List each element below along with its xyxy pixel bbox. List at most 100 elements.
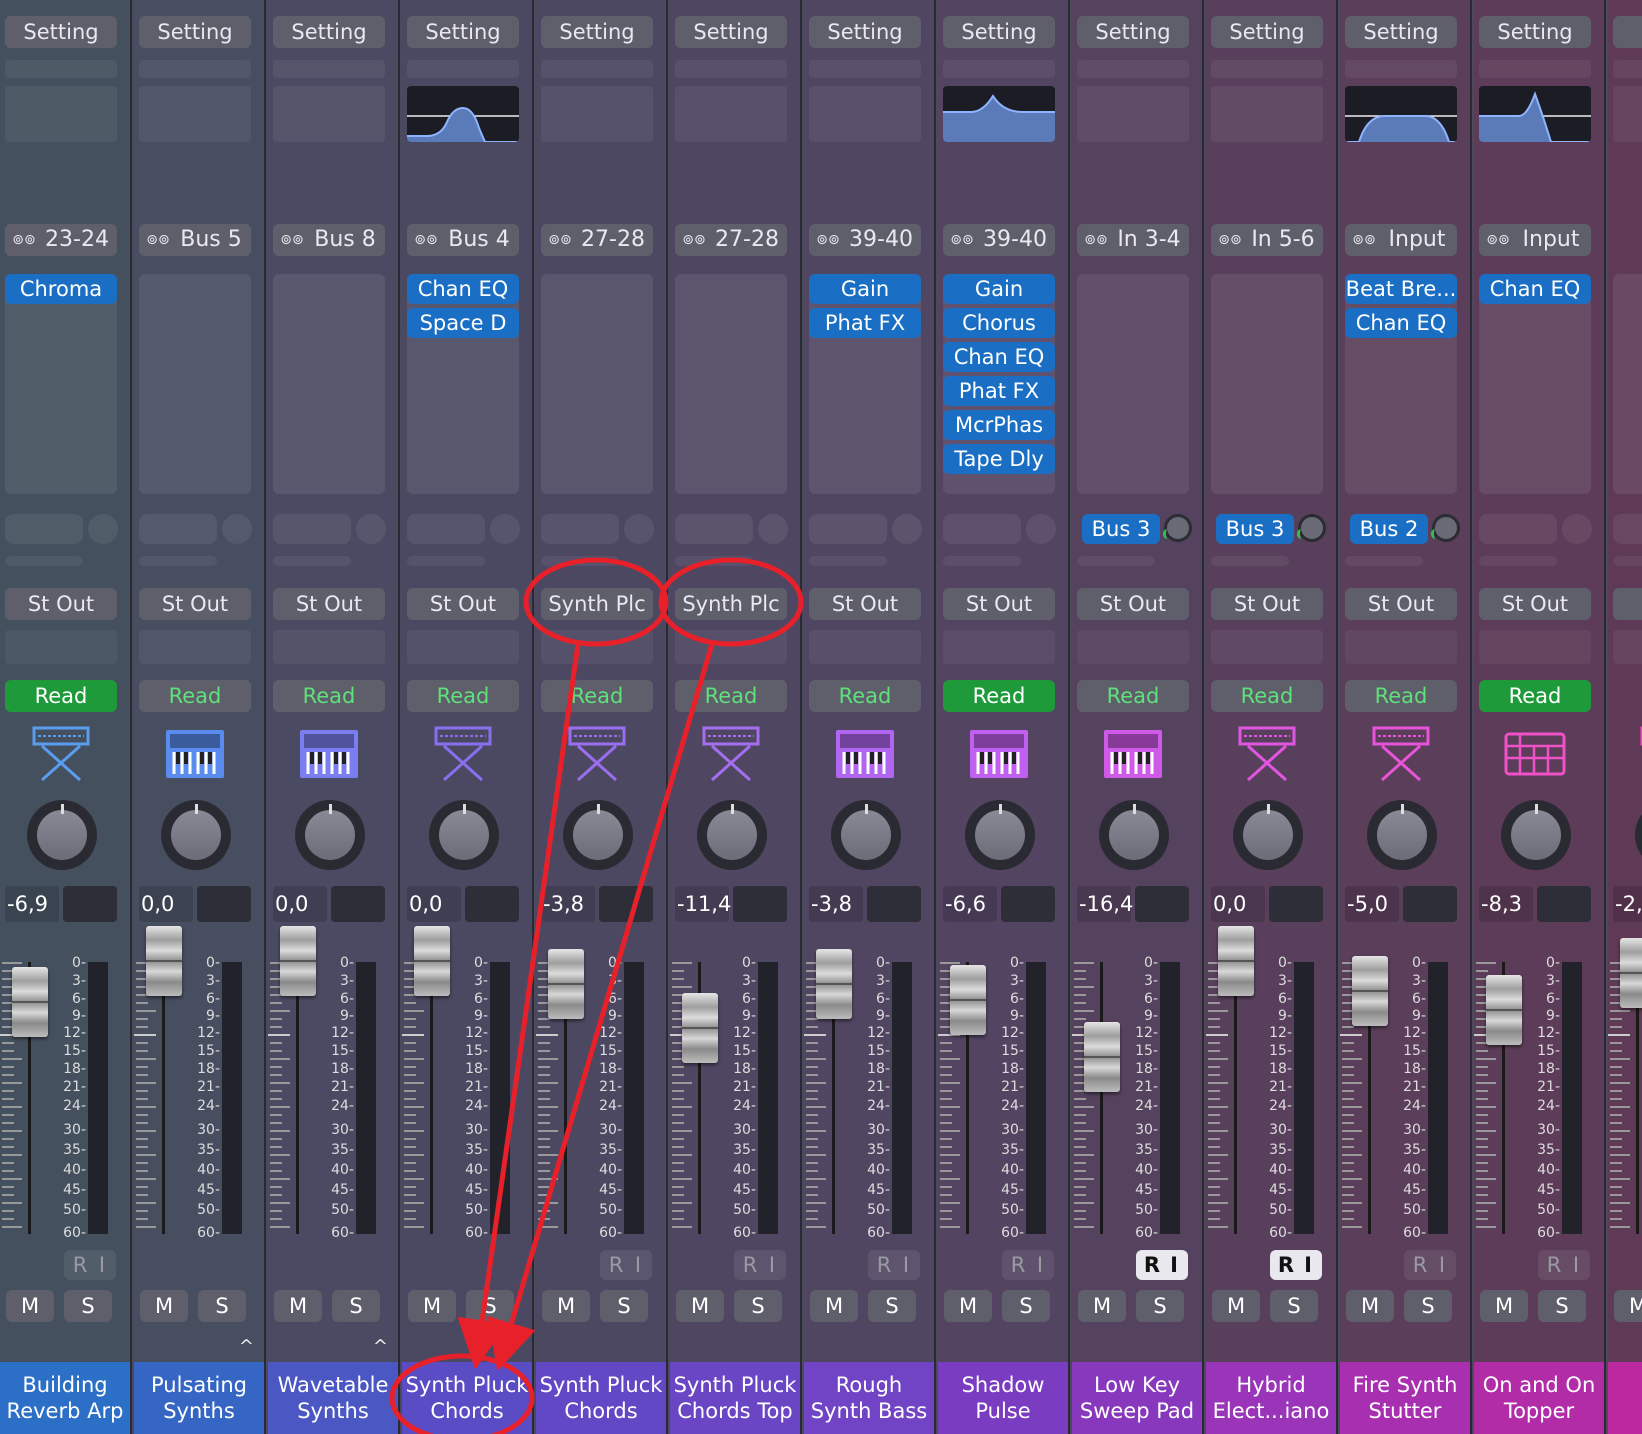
track-name[interactable]: Pulsating Synths	[134, 1362, 264, 1434]
volume-fader[interactable]	[280, 926, 316, 996]
audio-effects-area[interactable]: Gain Phat FX	[809, 274, 921, 494]
pan-knob[interactable]	[965, 800, 1035, 870]
solo-button[interactable]: S	[64, 1290, 112, 1322]
volume-fader[interactable]	[548, 948, 584, 1019]
audio-effects-area[interactable]	[1211, 274, 1323, 494]
input-monitor-button[interactable]: I	[1166, 1250, 1182, 1280]
mute-button[interactable]: M	[140, 1290, 188, 1322]
output-slot[interactable]: St Out	[139, 588, 251, 620]
output-slot[interactable]: St Out	[1077, 588, 1189, 620]
setting-button[interactable]: Setting	[1211, 16, 1323, 48]
solo-button[interactable]: S	[868, 1290, 916, 1322]
plugin-slot[interactable]: Space D	[407, 308, 519, 338]
record-input-buttons[interactable]: RI	[1136, 1250, 1188, 1280]
audio-effects-area[interactable]	[541, 274, 653, 494]
volume-fader[interactable]	[1218, 926, 1254, 996]
send-slot-empty[interactable]	[943, 514, 1021, 544]
record-enable-button[interactable]: R	[606, 1250, 626, 1280]
group-slot[interactable]	[675, 630, 787, 664]
setting-button[interactable]: Setting	[1077, 16, 1189, 48]
track-name[interactable]: Low Key Sweep Pad	[1072, 1362, 1202, 1434]
pan-knob[interactable]	[429, 800, 499, 870]
track-name[interactable]: OnTop	[1608, 1362, 1642, 1434]
setting-button[interactable]: Setting	[809, 16, 921, 48]
audio-effects-area[interactable]	[273, 274, 385, 494]
volume-fader[interactable]	[12, 967, 48, 1038]
eq-thumbnail[interactable]	[1613, 86, 1642, 142]
send-level-knob[interactable]	[1297, 514, 1326, 542]
volume-fader[interactable]	[682, 992, 718, 1063]
plugin-slot[interactable]: Chan EQ	[1345, 308, 1457, 338]
volume-fader[interactable]	[414, 926, 450, 996]
plugin-slot[interactable]: Beat Bre...	[1345, 274, 1457, 304]
setting-button[interactable]: Setting	[943, 16, 1055, 48]
track-name[interactable]: Building Reverb Arp	[0, 1362, 130, 1434]
eq-thumbnail[interactable]	[943, 86, 1055, 142]
solo-button[interactable]: S	[198, 1290, 246, 1322]
input-slot[interactable]: ⊚⊚ 39-40	[943, 224, 1055, 256]
plugin-slot[interactable]: Gain	[809, 274, 921, 304]
record-enable-button[interactable]: R	[1142, 1250, 1162, 1280]
audio-effects-area[interactable]: Chroma	[5, 274, 117, 494]
input-slot[interactable]: ⊚⊚ Bus 4	[407, 224, 519, 256]
volume-readout[interactable]: -16,4	[1077, 886, 1133, 922]
volume-readout[interactable]: -5,0	[1345, 886, 1399, 922]
folder-expand-icon[interactable]: ^	[134, 1336, 264, 1357]
input-monitor-button[interactable]: I	[630, 1250, 646, 1280]
mute-button[interactable]: M	[274, 1290, 322, 1322]
input-slot[interactable]: ⊚⊚ In 5-6	[1211, 224, 1323, 256]
audio-effects-area[interactable]	[139, 274, 251, 494]
setting-button[interactable]: Setting	[541, 16, 653, 48]
mute-button[interactable]: M	[1078, 1290, 1126, 1322]
plugin-slot[interactable]: Phat FX	[809, 308, 921, 338]
solo-button[interactable]: S	[600, 1290, 648, 1322]
eq-thumbnail[interactable]	[1345, 86, 1457, 142]
pan-knob[interactable]	[1099, 800, 1169, 870]
audio-effects-area[interactable]	[1613, 274, 1642, 494]
send-slot-empty[interactable]	[675, 514, 753, 544]
plugin-slot[interactable]: Gain	[943, 274, 1055, 304]
input-slot[interactable]: ⊚⊚ Input	[1479, 224, 1591, 256]
mute-button[interactable]: M	[1212, 1290, 1260, 1322]
automation-mode[interactable]: Read	[809, 680, 921, 712]
pan-knob[interactable]	[161, 800, 231, 870]
automation-mode[interactable]: Read	[407, 680, 519, 712]
automation-mode[interactable]: Read	[1345, 680, 1457, 712]
solo-button[interactable]: S	[734, 1290, 782, 1322]
output-slot[interactable]: St Out	[5, 588, 117, 620]
pan-knob[interactable]	[295, 800, 365, 870]
record-enable-button[interactable]: R	[1544, 1250, 1564, 1280]
automation-mode[interactable]: Read	[675, 680, 787, 712]
record-input-buttons[interactable]: RI	[1270, 1250, 1322, 1280]
group-slot[interactable]	[1077, 630, 1189, 664]
solo-button[interactable]: S	[1538, 1290, 1586, 1322]
audio-effects-area[interactable]	[675, 274, 787, 494]
output-slot[interactable]: St Out	[273, 588, 385, 620]
send-slot-empty[interactable]	[809, 514, 887, 544]
volume-readout[interactable]: -3,8	[541, 886, 595, 922]
eq-thumbnail[interactable]	[139, 86, 251, 142]
plugin-slot[interactable]: Phat FX	[943, 376, 1055, 406]
mute-button[interactable]: M	[6, 1290, 54, 1322]
solo-button[interactable]: S	[1136, 1290, 1184, 1322]
volume-readout[interactable]: -3,8	[809, 886, 863, 922]
output-slot[interactable]: Synth Plc	[675, 588, 787, 620]
pan-knob[interactable]	[1367, 800, 1437, 870]
audio-effects-area[interactable]	[1077, 274, 1189, 494]
pan-knob[interactable]	[27, 800, 97, 870]
volume-fader[interactable]	[146, 926, 182, 996]
eq-thumbnail[interactable]	[1211, 86, 1323, 142]
volume-readout[interactable]: -2,	[1613, 886, 1642, 922]
input-slot[interactable]: ⊚⊚ Bus 8	[273, 224, 385, 256]
send-slot-empty[interactable]	[273, 514, 351, 544]
mute-button[interactable]: M	[1614, 1290, 1642, 1322]
input-slot[interactable]: ⊚⊚ Input	[1345, 224, 1457, 256]
input-monitor-button[interactable]: I	[1434, 1250, 1450, 1280]
audio-effects-area[interactable]: Beat Bre... Chan EQ	[1345, 274, 1457, 494]
send-slot-empty[interactable]	[1479, 514, 1557, 544]
automation-mode[interactable]: Read	[139, 680, 251, 712]
input-slot[interactable]: ⊚⊚ 39-40	[809, 224, 921, 256]
record-input-buttons[interactable]: RI	[734, 1250, 786, 1280]
send-slot[interactable]: Bus 3	[1082, 514, 1160, 544]
volume-readout[interactable]: 0,0	[407, 886, 461, 922]
